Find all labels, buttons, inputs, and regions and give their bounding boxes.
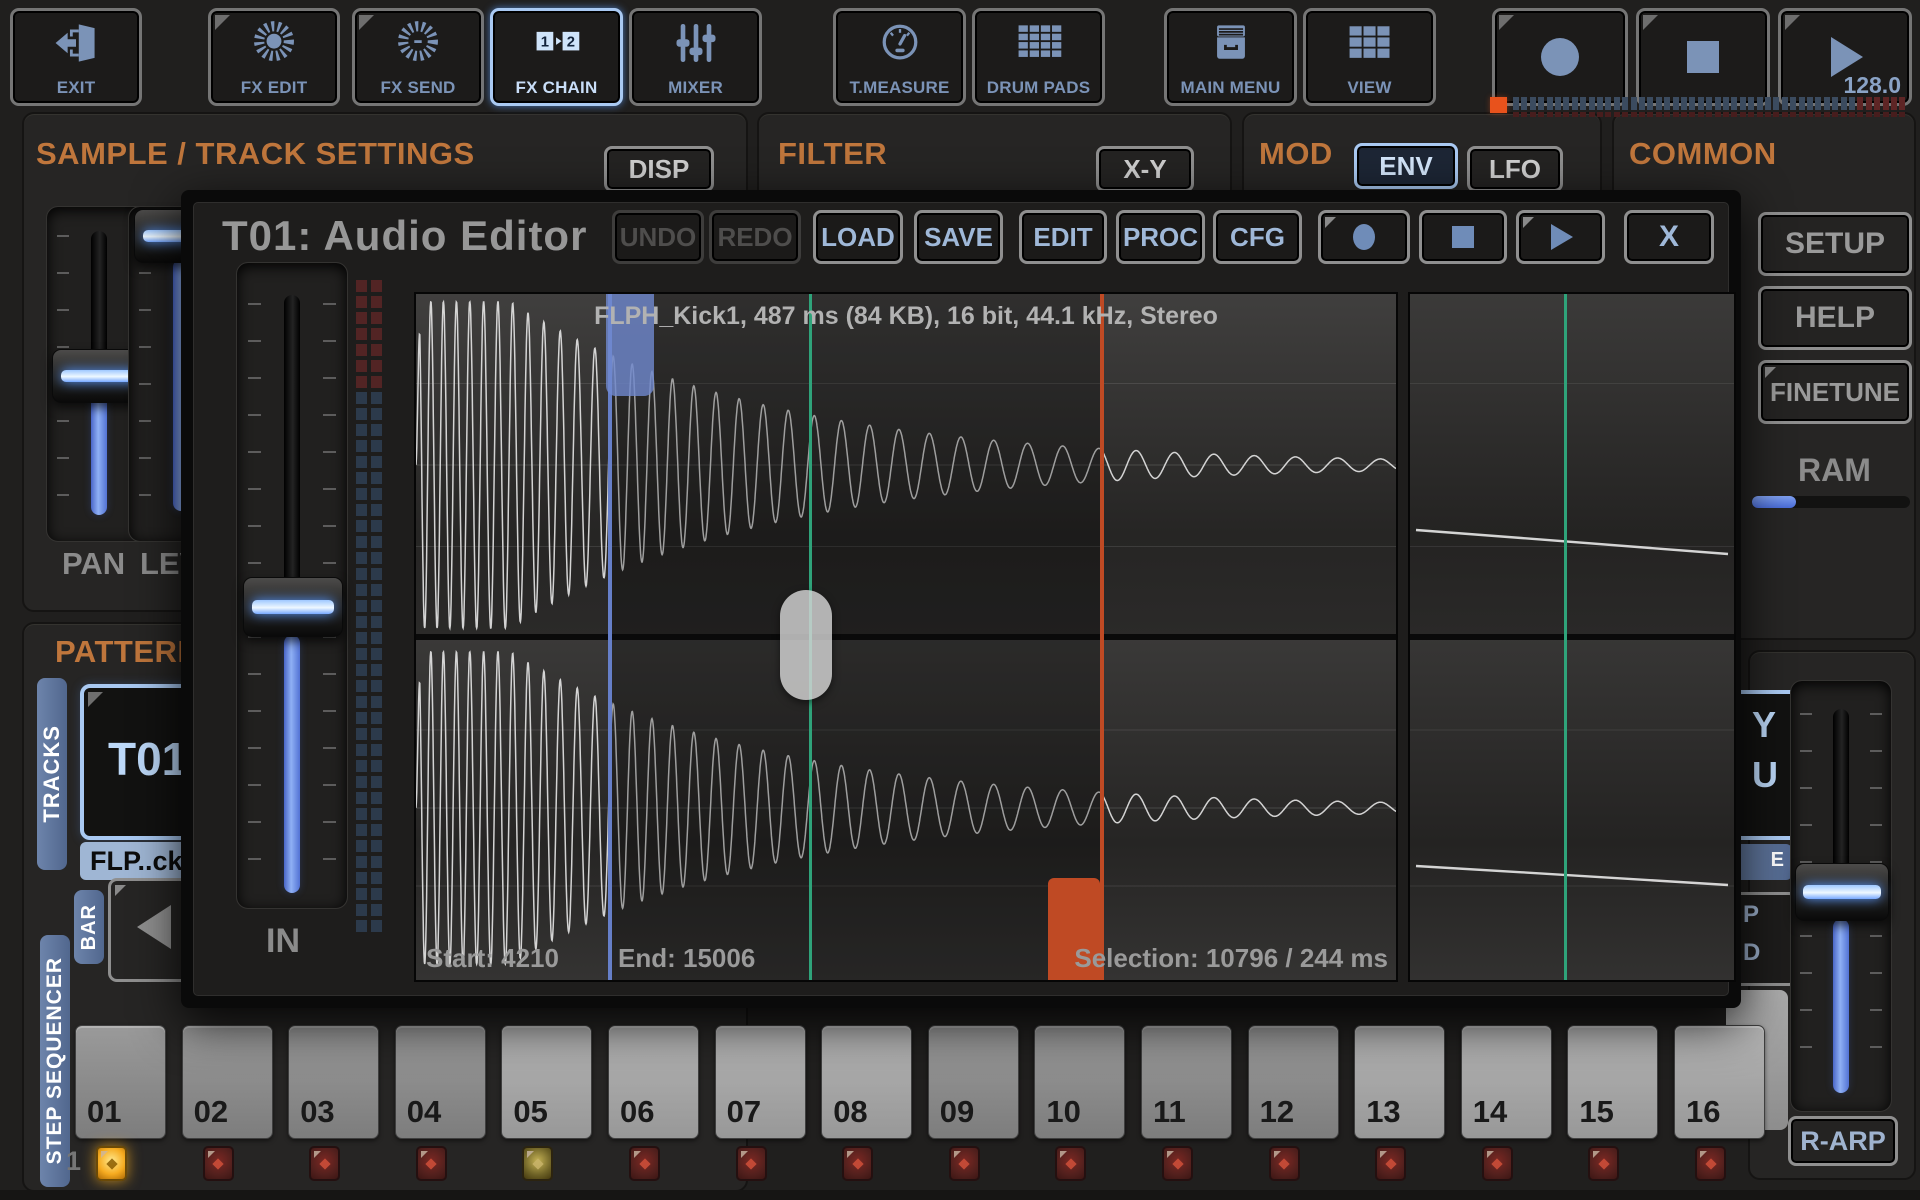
step-pad-15[interactable]: 15 (1567, 1025, 1658, 1139)
step-led-13 (1375, 1146, 1406, 1181)
selection-end-line (1100, 294, 1104, 980)
waveform-display[interactable]: FLPH_Kick1, 487 ms (84 KB), 16 bit, 44.1… (414, 292, 1398, 982)
step-pad-08[interactable]: 08 (821, 1025, 912, 1139)
proc-button[interactable]: PROC (1116, 210, 1205, 264)
step-number: 15 (1579, 1094, 1613, 1130)
dialog-title: T01: Audio Editor (222, 212, 587, 260)
stop-icon (1450, 224, 1476, 250)
step-number: 10 (1046, 1094, 1080, 1130)
step-number: 13 (1366, 1094, 1400, 1130)
step-number: 07 (727, 1094, 761, 1130)
step-led-10 (1055, 1146, 1086, 1181)
dialog-close-button[interactable]: X (1624, 210, 1714, 264)
step-led-01 (96, 1146, 127, 1181)
step-led-15 (1588, 1146, 1619, 1181)
corner-marker (1523, 217, 1534, 228)
selection-length-value: Selection: 10796 / 244 ms (1074, 943, 1388, 974)
step-led-05 (522, 1146, 553, 1181)
dialog-play-button[interactable] (1516, 210, 1605, 264)
step-pad-09[interactable]: 09 (928, 1025, 1019, 1139)
cfg-button[interactable]: CFG (1213, 210, 1302, 264)
waveform-zoom-panel[interactable] (1408, 292, 1736, 982)
step-led-16 (1695, 1146, 1726, 1181)
step-number: 12 (1260, 1094, 1294, 1130)
step-pad-06[interactable]: 06 (608, 1025, 699, 1139)
load-button[interactable]: LOAD (813, 210, 903, 264)
selection-end-value: End: 15006 (618, 943, 755, 974)
step-number: 16 (1686, 1094, 1720, 1130)
input-level-meter (356, 280, 382, 940)
scrub-handle[interactable] (780, 590, 832, 700)
selection-start-value: Start: 4210 (426, 943, 559, 974)
channel-divider (1410, 634, 1734, 640)
step-number: 04 (407, 1094, 441, 1130)
bottom-strip (0, 1190, 1920, 1200)
step-led-04 (416, 1146, 447, 1181)
step-pad-02[interactable]: 02 (182, 1025, 273, 1139)
step-led-08 (842, 1146, 873, 1181)
row-number-label: 1 (66, 1146, 81, 1177)
sample-info: FLPH_Kick1, 487 ms (84 KB), 16 bit, 44.1… (416, 302, 1396, 331)
input-gain-fader-handle[interactable] (243, 577, 343, 637)
app-root: EXIT FX EDIT FX SEND 1 2 FX CHAIN (0, 0, 1920, 1200)
step-pad-11[interactable]: 11 (1141, 1025, 1232, 1139)
step-pad-01[interactable]: 01 (75, 1025, 166, 1139)
undo-button[interactable]: UNDO (612, 210, 704, 264)
redo-button[interactable]: REDO (709, 210, 801, 264)
selection-start-line (608, 294, 612, 980)
step-led-14 (1482, 1146, 1513, 1181)
input-gain-fader[interactable] (236, 262, 348, 909)
step-pad-03[interactable]: 03 (288, 1025, 379, 1139)
edit-button[interactable]: EDIT (1019, 210, 1107, 264)
step-led-02 (203, 1146, 234, 1181)
dialog-stop-button[interactable] (1419, 210, 1507, 264)
step-number: 09 (940, 1094, 974, 1130)
step-pad-05[interactable]: 05 (501, 1025, 592, 1139)
step-pad-07[interactable]: 07 (715, 1025, 806, 1139)
step-number: 05 (513, 1094, 547, 1130)
step-number: 03 (300, 1094, 334, 1130)
step-number: 06 (620, 1094, 654, 1130)
channel-divider (416, 634, 1396, 640)
step-number: 02 (194, 1094, 228, 1130)
step-number: 08 (833, 1094, 867, 1130)
input-gain-label: IN (266, 922, 300, 961)
step-led-12 (1269, 1146, 1300, 1181)
corner-marker (1325, 217, 1336, 228)
step-led-03 (309, 1146, 340, 1181)
step-led-11 (1162, 1146, 1193, 1181)
step-pad-13[interactable]: 13 (1354, 1025, 1445, 1139)
step-led-09 (949, 1146, 980, 1181)
step-number: 01 (87, 1094, 121, 1130)
step-led-07 (736, 1146, 767, 1181)
dialog-record-button[interactable] (1318, 210, 1410, 264)
step-pad-16[interactable]: 16 (1674, 1025, 1765, 1139)
step-pad-14[interactable]: 14 (1461, 1025, 1552, 1139)
zoom-cursor-line (1564, 294, 1567, 980)
step-pad-04[interactable]: 04 (395, 1025, 486, 1139)
step-pad-10[interactable]: 10 (1034, 1025, 1125, 1139)
step-number: 11 (1153, 1094, 1186, 1130)
record-icon (1349, 222, 1379, 252)
step-number: 14 (1473, 1094, 1507, 1130)
step-pad-12[interactable]: 12 (1248, 1025, 1339, 1139)
save-button[interactable]: SAVE (914, 210, 1003, 264)
play-icon (1547, 222, 1575, 252)
step-led-06 (629, 1146, 660, 1181)
